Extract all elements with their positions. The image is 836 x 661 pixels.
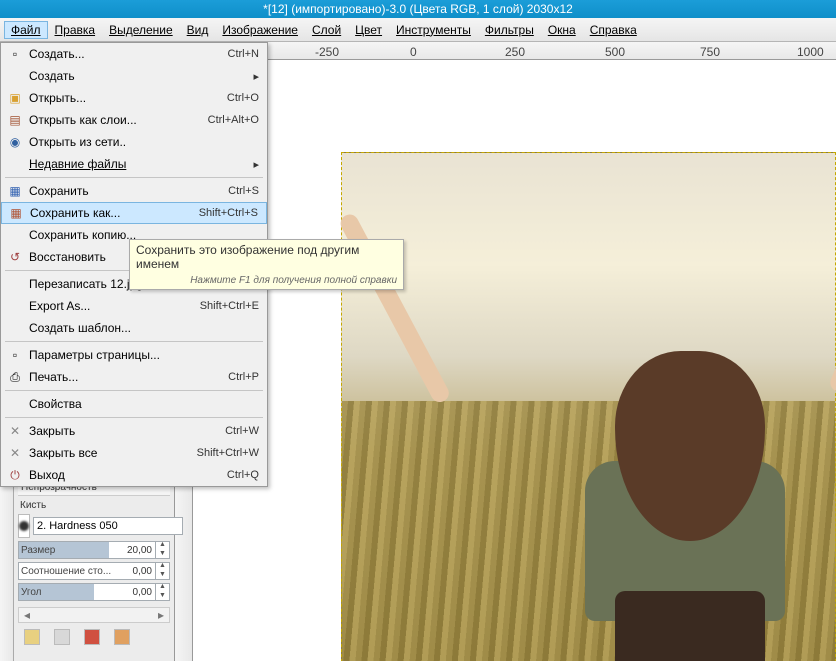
brush-label: Кисть <box>18 500 170 511</box>
close-icon: ✕ <box>5 424 25 438</box>
menu-item-open-from-net[interactable]: ◉Открыть из сети.. <box>1 131 267 153</box>
menu-separator <box>5 177 263 178</box>
window-titlebar: *[12] (импортировано)-3.0 (Цвета RGB, 1 … <box>0 0 836 18</box>
menu-item-open[interactable]: ▣Открыть...Ctrl+O <box>1 87 267 109</box>
menu-windows[interactable]: Окна <box>541 21 583 39</box>
image-canvas[interactable] <box>341 152 836 661</box>
restore-icon: ↺ <box>5 250 25 264</box>
panel-icon-3[interactable] <box>84 629 100 645</box>
menubar: Файл Правка Выделение Вид Изображение Сл… <box>0 18 836 42</box>
menu-item-create[interactable]: ▫Создать...Ctrl+N <box>1 43 267 65</box>
menu-item-create-sub[interactable]: Создать▸ <box>1 65 267 87</box>
menu-separator <box>5 390 263 391</box>
globe-icon: ◉ <box>5 135 25 149</box>
menu-tools[interactable]: Инструменты <box>389 21 478 39</box>
menu-item-save-as[interactable]: ▦Сохранить как...Shift+Ctrl+S <box>1 202 267 224</box>
submenu-arrow-icon: ▸ <box>253 70 259 83</box>
panel-bottom-icons <box>18 629 170 645</box>
menu-view[interactable]: Вид <box>180 21 216 39</box>
menu-item-close[interactable]: ✕ЗакрытьCtrl+W <box>1 420 267 442</box>
submenu-arrow-icon: ▸ <box>253 158 259 171</box>
ruler-horizontal: -500 -250 0 250 500 750 1000 1250 <box>175 42 836 60</box>
menu-edit[interactable]: Правка <box>48 21 103 39</box>
menu-select[interactable]: Выделение <box>102 21 180 39</box>
open-folder-icon: ▣ <box>5 91 25 105</box>
size-stepper[interactable]: ▲▼ <box>155 541 169 559</box>
brush-preview-icon[interactable] <box>18 514 30 538</box>
new-file-icon: ▫ <box>5 47 25 61</box>
close-all-icon: ✕ <box>5 446 25 460</box>
canvas-area[interactable] <box>193 60 836 661</box>
layers-icon: ▤ <box>5 113 25 127</box>
angle-stepper[interactable]: ▲▼ <box>155 583 169 601</box>
menu-separator <box>5 341 263 342</box>
brush-name-input[interactable] <box>33 517 183 535</box>
tool-options-panel: Непрозрачность Кисть Размер20,00 ▲▼ Соот… <box>0 476 175 661</box>
menu-item-recent[interactable]: Недавние файлы▸ <box>1 153 267 175</box>
menu-file[interactable]: Файл <box>4 21 48 39</box>
menu-item-page-setup[interactable]: ▫Параметры страницы... <box>1 344 267 366</box>
angle-slider[interactable]: Угол0,00 ▲▼ <box>18 583 170 601</box>
panel-ruler <box>0 477 14 661</box>
tooltip-text: Сохранить это изображение под другим име… <box>136 243 397 271</box>
menu-item-close-all[interactable]: ✕Закрыть всеShift+Ctrl+W <box>1 442 267 464</box>
menu-item-exit[interactable]: ⏻ВыходCtrl+Q <box>1 464 267 486</box>
image-subject <box>555 311 815 661</box>
panel-icon-1[interactable] <box>24 629 40 645</box>
menu-item-save[interactable]: ▦СохранитьCtrl+S <box>1 180 267 202</box>
menu-item-export-as[interactable]: Export As...Shift+Ctrl+E <box>1 295 267 317</box>
print-icon: ⎙ <box>5 370 25 385</box>
menu-help[interactable]: Справка <box>583 21 644 39</box>
panel-icon-2[interactable] <box>54 629 70 645</box>
menu-separator <box>5 417 263 418</box>
menu-item-print[interactable]: ⎙Печать...Ctrl+P <box>1 366 267 388</box>
ratio-slider[interactable]: Соотношение сто...0,00 ▲▼ <box>18 562 170 580</box>
menu-filters[interactable]: Фильтры <box>478 21 541 39</box>
menu-color[interactable]: Цвет <box>348 21 389 39</box>
ratio-stepper[interactable]: ▲▼ <box>155 562 169 580</box>
page-icon: ▫ <box>5 348 25 362</box>
save-as-icon: ▦ <box>6 206 26 220</box>
size-slider[interactable]: Размер20,00 ▲▼ <box>18 541 170 559</box>
tooltip-help-text: Нажмите F1 для получения полной справки <box>136 275 397 286</box>
menu-layer[interactable]: Слой <box>305 21 348 39</box>
tooltip-save-as: Сохранить это изображение под другим име… <box>129 239 404 290</box>
save-icon: ▦ <box>5 184 25 198</box>
panel-icon-4[interactable] <box>114 629 130 645</box>
menu-item-properties[interactable]: Свойства <box>1 393 267 415</box>
panel-scrollbar[interactable]: ◂▸ <box>18 607 170 623</box>
menu-item-open-as-layers[interactable]: ▤Открыть как слои...Ctrl+Alt+O <box>1 109 267 131</box>
menu-image[interactable]: Изображение <box>215 21 305 39</box>
menu-item-create-template[interactable]: Создать шаблон... <box>1 317 267 339</box>
exit-icon: ⏻ <box>5 468 25 483</box>
